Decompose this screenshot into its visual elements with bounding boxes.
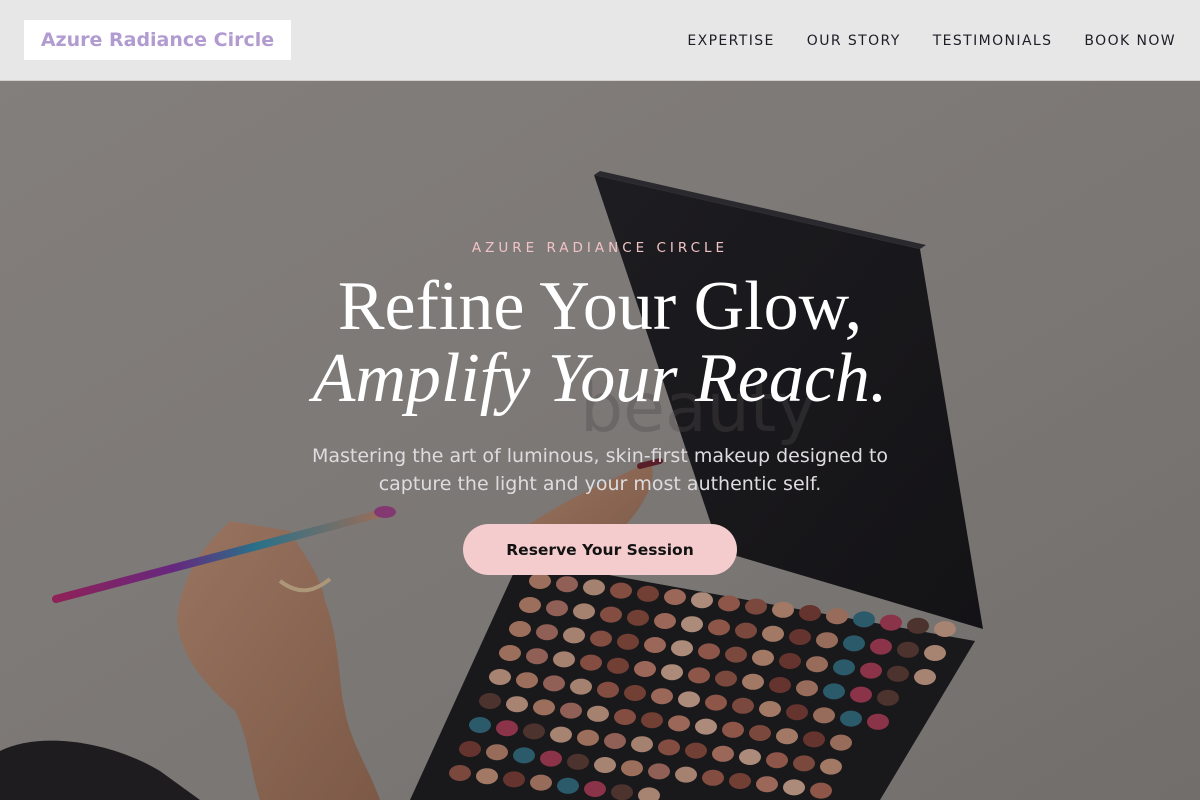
site-header: Azure Radiance Circle EXPERTISE OUR STOR… xyxy=(0,0,1200,81)
main-nav: EXPERTISE OUR STORY TESTIMONIALS BOOK NO… xyxy=(687,0,1176,81)
hero-eyebrow: AZURE RADIANCE CIRCLE xyxy=(471,240,729,256)
nav-link-book-now[interactable]: BOOK NOW xyxy=(1084,33,1176,49)
hero-content: AZURE RADIANCE CIRCLE Refine Your Glow, … xyxy=(0,81,1200,800)
hero-subtitle: Mastering the art of luminous, skin-firs… xyxy=(311,445,889,495)
nav-link-expertise[interactable]: EXPERTISE xyxy=(687,33,774,49)
reserve-session-button[interactable]: Reserve Your Session xyxy=(463,524,737,575)
hero-headline: Refine Your Glow, Amplify Your Reach. xyxy=(0,271,1200,415)
nav-link-testimonials[interactable]: TESTIMONIALS xyxy=(933,33,1053,49)
headline-line-1: Refine Your Glow, xyxy=(337,268,863,345)
headline-line-2: Amplify Your Reach. xyxy=(312,340,888,417)
brand-logo[interactable]: Azure Radiance Circle xyxy=(24,20,291,60)
nav-link-our-story[interactable]: OUR STORY xyxy=(807,33,901,49)
hero-section: beauty AZURE RADIANCE CIRCLE Refine Your… xyxy=(0,81,1200,800)
